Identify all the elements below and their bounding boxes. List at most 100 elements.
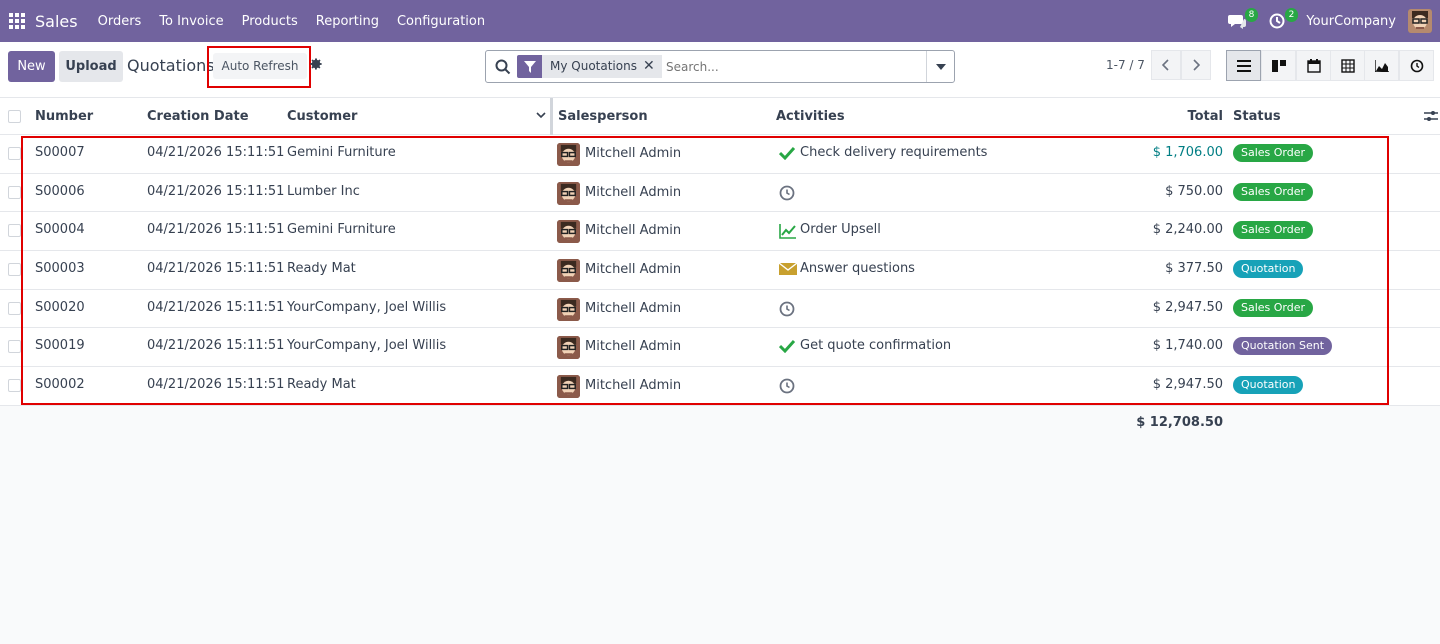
cell-number: S00019 <box>35 338 85 354</box>
cell-customer: Gemini Furniture <box>287 145 396 160</box>
table-row[interactable]: S00020 04/21/2026 15:11:51 YourCompany, Jo… <box>0 289 1440 329</box>
column-status[interactable]: Status <box>1233 109 1281 124</box>
optional-columns-icon[interactable] <box>1424 110 1438 122</box>
activity-view-button[interactable] <box>1399 50 1434 81</box>
cell-activity[interactable]: Check delivery requirements <box>800 145 987 160</box>
company-switcher[interactable]: YourCompany <box>1306 14 1396 29</box>
table-row[interactable]: S00004 04/21/2026 15:11:51 Gemini Furnitur… <box>0 212 1440 252</box>
cell-customer: YourCompany, Joel Willis <box>287 299 447 315</box>
pivot-view-button[interactable] <box>1330 50 1365 81</box>
control-panel: New Upload Quotations Auto Refresh My Qu… <box>0 42 1440 98</box>
gear-icon[interactable] <box>309 57 323 71</box>
cell-salesperson[interactable]: Mitchell Admin <box>585 223 681 238</box>
search-options-toggle[interactable] <box>926 51 954 82</box>
app-title[interactable]: Sales <box>35 12 78 31</box>
table-row[interactable]: S00007 04/21/2026 15:11:51 Gemini Furnitur… <box>0 135 1440 174</box>
facet-label: My Quotations <box>542 55 643 78</box>
table-row[interactable]: S00019 04/21/2026 15:11:51 YourCompany, Jo… <box>0 328 1440 368</box>
column-creation-date[interactable]: Creation Date <box>147 109 249 124</box>
column-number[interactable]: Number <box>35 109 93 124</box>
status-badge: Quotation <box>1233 376 1304 395</box>
table-row[interactable]: S00002 04/21/2026 15:11:51 Ready Mat Mitche… <box>0 367 1440 406</box>
kanban-view-button[interactable] <box>1261 50 1296 81</box>
row-checkbox[interactable] <box>8 340 21 354</box>
list-table: Number Creation Date Customer Salesperso… <box>0 98 1440 430</box>
chevron-down-icon[interactable] <box>536 112 546 119</box>
table-header: Number Creation Date Customer Salesperso… <box>0 98 1440 135</box>
new-button[interactable]: New <box>8 51 55 82</box>
row-checkbox[interactable] <box>8 147 21 160</box>
row-checkbox[interactable] <box>8 185 21 199</box>
search-icon[interactable] <box>495 59 511 75</box>
cell-activity[interactable]: Order Upsell <box>800 222 881 237</box>
pager-previous-button[interactable] <box>1151 50 1181 80</box>
table-row[interactable]: S00006 04/21/2026 15:11:51 Lumber Inc Mitch… <box>0 173 1440 213</box>
cell-creation-date: 04/21/2026 15:11:51 <box>147 338 285 354</box>
column-customer[interactable]: Customer <box>287 109 357 124</box>
clock-icon[interactable] <box>779 185 797 201</box>
list-view-button[interactable] <box>1226 50 1261 81</box>
row-checkbox[interactable] <box>8 379 21 393</box>
pager-next-button[interactable] <box>1181 50 1211 80</box>
search-facet: My Quotations ✕ <box>517 55 662 78</box>
cell-customer: Ready Mat <box>287 261 356 277</box>
menu-to-invoice[interactable]: To Invoice <box>159 14 223 29</box>
cell-number: S00003 <box>35 261 85 277</box>
user-avatar[interactable] <box>1408 9 1432 33</box>
pager-value[interactable]: 1-7 / 7 <box>1106 58 1145 72</box>
status-badge: Sales Order <box>1233 182 1314 201</box>
cell-number: S00006 <box>35 183 85 199</box>
cell-number: S00020 <box>35 299 85 315</box>
row-checkbox[interactable] <box>8 263 21 277</box>
clock-icon[interactable] <box>779 301 797 317</box>
column-salesperson[interactable]: Salesperson <box>558 109 648 124</box>
messages-icon[interactable]: 8 <box>1226 8 1259 32</box>
salesperson-avatar <box>557 220 580 244</box>
row-checkbox[interactable] <box>8 301 21 315</box>
check-icon[interactable] <box>778 146 797 162</box>
cell-number: S00002 <box>35 377 85 393</box>
cell-salesperson[interactable]: Mitchell Admin <box>585 185 681 200</box>
facet-remove-icon[interactable]: ✕ <box>642 55 662 78</box>
menu-orders[interactable]: Orders <box>98 14 142 29</box>
row-checkbox[interactable] <box>8 224 21 238</box>
cell-total: $ 2,947.50 <box>1152 377 1223 393</box>
envelope-icon[interactable] <box>778 262 798 278</box>
column-resize-handle[interactable] <box>550 98 553 135</box>
graph-view-button[interactable] <box>1364 50 1399 81</box>
select-all-checkbox[interactable] <box>8 110 21 123</box>
table-row[interactable]: S00003 04/21/2026 15:11:51 Ready Mat Mitche… <box>0 251 1440 290</box>
cell-activity[interactable]: Answer questions <box>800 261 915 276</box>
clock-icon[interactable] <box>779 378 797 394</box>
status-badge: Quotation Sent <box>1233 337 1333 356</box>
menu-reporting[interactable]: Reporting <box>316 14 379 29</box>
cell-activity[interactable]: Get quote confirmation <box>800 338 951 353</box>
messages-badge: 8 <box>1244 8 1259 22</box>
column-activities[interactable]: Activities <box>776 109 845 124</box>
chart-line-icon[interactable] <box>779 223 797 240</box>
cell-creation-date: 04/21/2026 15:11:51 <box>147 261 285 277</box>
upload-button[interactable]: Upload <box>59 51 123 82</box>
cell-salesperson[interactable]: Mitchell Admin <box>585 146 681 161</box>
cell-number: S00007 <box>35 145 85 160</box>
salesperson-avatar <box>557 181 580 205</box>
salesperson-avatar <box>557 297 580 321</box>
filter-icon <box>517 55 542 78</box>
menu-products[interactable]: Products <box>242 14 298 29</box>
cell-salesperson[interactable]: Mitchell Admin <box>585 339 681 354</box>
grand-total: $ 12,708.50 <box>1136 415 1223 430</box>
cell-salesperson[interactable]: Mitchell Admin <box>585 378 681 393</box>
apps-menu-icon[interactable] <box>9 13 25 29</box>
cell-total: $ 2,240.00 <box>1152 222 1223 238</box>
activities-icon[interactable]: 2 <box>1266 8 1299 32</box>
activities-badge: 2 <box>1284 8 1299 22</box>
cell-customer: YourCompany, Joel Willis <box>287 338 447 354</box>
menu-configuration[interactable]: Configuration <box>397 14 485 29</box>
check-icon[interactable] <box>778 339 797 355</box>
cell-total: $ 377.50 <box>1165 261 1223 277</box>
cell-salesperson[interactable]: Mitchell Admin <box>585 262 681 277</box>
search-input[interactable] <box>666 57 916 77</box>
calendar-view-button[interactable] <box>1296 50 1331 81</box>
column-total[interactable]: Total <box>1187 109 1223 124</box>
cell-salesperson[interactable]: Mitchell Admin <box>585 301 681 316</box>
